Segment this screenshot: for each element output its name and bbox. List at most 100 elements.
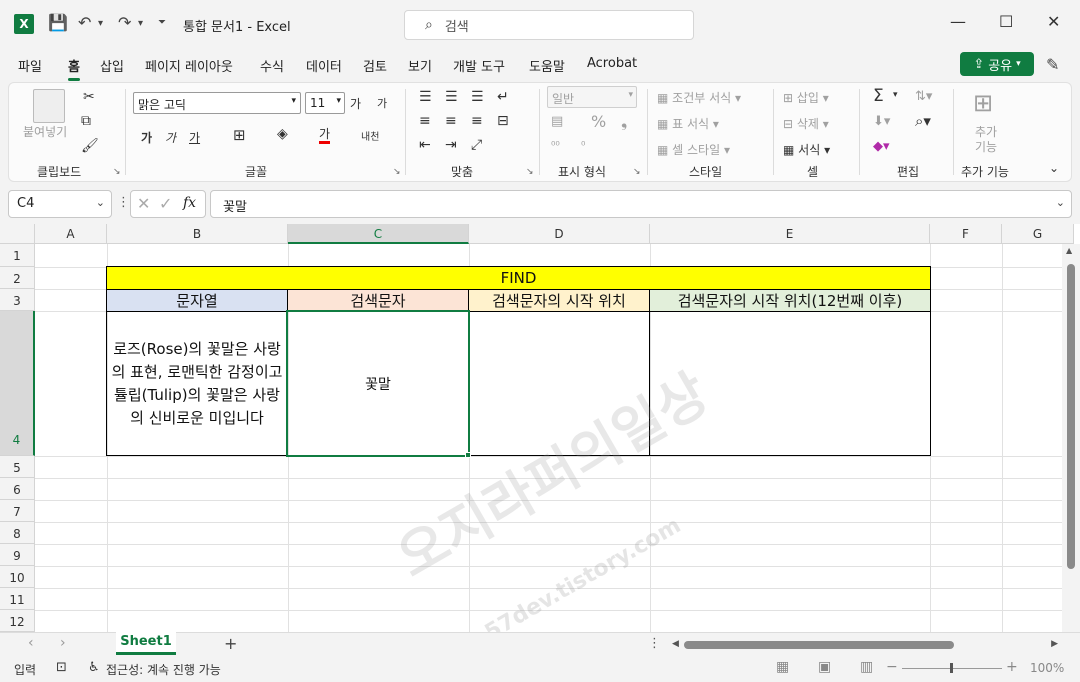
- align-middle-icon[interactable]: ☰: [445, 89, 458, 105]
- accessibility-status[interactable]: 접근성: 계속 진행 가능: [106, 661, 221, 678]
- search-box[interactable]: ⌕ 검색: [404, 10, 694, 40]
- scroll-up-icon[interactable]: ▲: [1066, 246, 1072, 255]
- sheet-tab-sheet1[interactable]: Sheet1: [116, 631, 176, 655]
- row-header-1[interactable]: 1: [0, 244, 35, 267]
- align-center-icon[interactable]: ≡: [445, 113, 457, 129]
- row-header-3[interactable]: 3: [0, 289, 35, 311]
- insert-function-button[interactable]: fx: [183, 195, 196, 211]
- phonetic-button[interactable]: 내천: [361, 128, 379, 143]
- tab-insert[interactable]: 삽입: [100, 56, 124, 75]
- add-sheet-icon[interactable]: +: [224, 634, 237, 653]
- redo-dropdown-icon[interactable]: ▾: [138, 18, 143, 29]
- number-format-combo[interactable]: 일반 ▾: [547, 86, 637, 108]
- column-header-g[interactable]: G: [1002, 224, 1074, 244]
- prev-sheet-icon[interactable]: ‹: [28, 635, 34, 651]
- scroll-left-icon[interactable]: ◀: [672, 639, 679, 649]
- sort-filter-icon[interactable]: ⇅▾: [915, 89, 932, 104]
- page-layout-view-icon[interactable]: ▣: [818, 659, 831, 675]
- undo-icon[interactable]: ↶: [78, 13, 91, 32]
- addins-line2[interactable]: 기능: [975, 138, 997, 155]
- tab-file[interactable]: 파일: [18, 56, 42, 75]
- select-all-corner[interactable]: [0, 224, 35, 244]
- underline-button[interactable]: 가: [189, 129, 200, 146]
- font-shrink-button[interactable]: 가: [377, 95, 387, 111]
- column-header-a[interactable]: A: [35, 224, 107, 244]
- tab-page-layout[interactable]: 페이지 레이아웃: [145, 56, 233, 75]
- cell-e4[interactable]: [649, 311, 931, 456]
- row-header-7[interactable]: 7: [0, 500, 35, 522]
- customize-toolbar-icon[interactable]: ⏷: [158, 17, 166, 28]
- row-header-2[interactable]: 2: [0, 267, 35, 289]
- column-header-e[interactable]: E: [650, 224, 930, 244]
- orientation-icon[interactable]: ⤢: [471, 137, 482, 153]
- normal-view-icon[interactable]: ▦: [776, 659, 789, 675]
- paste-icon[interactable]: [33, 89, 65, 123]
- decrease-indent-icon[interactable]: ⇤: [419, 137, 431, 153]
- align-bottom-icon[interactable]: ☰: [471, 89, 484, 105]
- wrap-text-icon[interactable]: ↵: [497, 89, 509, 105]
- increase-decimal-icon[interactable]: ⁰⁰: [551, 139, 560, 152]
- tab-home[interactable]: 홈: [68, 56, 80, 81]
- minimize-icon[interactable]: —: [950, 12, 966, 31]
- border-icon[interactable]: ⊞: [233, 126, 246, 144]
- tab-data[interactable]: 데이터: [306, 56, 342, 75]
- zoom-out-icon[interactable]: −: [886, 659, 898, 675]
- row-header-6[interactable]: 6: [0, 478, 35, 500]
- table-title-cell[interactable]: FIND: [106, 266, 931, 290]
- share-button[interactable]: ⇪ 공유 ▾: [960, 52, 1034, 76]
- cut-icon[interactable]: ✂: [83, 89, 95, 105]
- tab-acrobat[interactable]: Acrobat: [587, 56, 637, 71]
- undo-dropdown-icon[interactable]: ▾: [98, 18, 103, 29]
- table-format-button[interactable]: ▦ 표 서식 ▾: [657, 115, 719, 132]
- column-header-c[interactable]: C: [288, 224, 469, 244]
- horizontal-scroll-thumb[interactable]: [684, 641, 954, 649]
- cell-d4[interactable]: [468, 311, 650, 456]
- save-icon[interactable]: 💾: [48, 13, 68, 32]
- zoom-slider-thumb[interactable]: [950, 663, 953, 673]
- zoom-in-icon[interactable]: +: [1006, 659, 1018, 675]
- redo-icon[interactable]: ↷: [118, 13, 131, 32]
- enter-icon[interactable]: ✓: [159, 194, 172, 213]
- align-top-icon[interactable]: ☰: [419, 89, 432, 105]
- column-header-f[interactable]: F: [930, 224, 1002, 244]
- find-select-icon[interactable]: ⌕▾: [915, 112, 931, 130]
- tab-developer[interactable]: 개발 도구: [453, 56, 505, 75]
- tab-review[interactable]: 검토: [363, 56, 387, 75]
- row-header-9[interactable]: 9: [0, 544, 35, 566]
- formula-input[interactable]: 꽃말 ⌄: [210, 190, 1072, 218]
- cancel-icon[interactable]: ✕: [137, 194, 150, 213]
- header-cell-start[interactable]: 검색문자의 시작 위치: [468, 289, 650, 312]
- name-box[interactable]: C4 ⌄: [8, 190, 112, 218]
- delete-cells-button[interactable]: ⊟ 삭제 ▾: [783, 115, 829, 132]
- font-size-combo[interactable]: 11 ▾: [305, 92, 345, 114]
- maximize-icon[interactable]: ☐: [999, 12, 1013, 31]
- row-header-11[interactable]: 11: [0, 588, 35, 610]
- comment-icon[interactable]: ✎: [1046, 55, 1059, 74]
- comma-icon[interactable]: ❟: [621, 112, 627, 132]
- vertical-scroll-thumb[interactable]: [1067, 264, 1075, 569]
- font-grow-button[interactable]: 가: [350, 95, 361, 112]
- row-header-12[interactable]: 12: [0, 610, 35, 632]
- font-color-button[interactable]: 가: [319, 127, 331, 144]
- insert-cells-button[interactable]: ⊞ 삽입 ▾: [783, 89, 829, 106]
- chevron-down-icon[interactable]: ▾: [893, 90, 898, 100]
- align-right-icon[interactable]: ≡: [471, 113, 483, 129]
- autosum-icon[interactable]: Σ: [873, 86, 884, 106]
- clear-icon[interactable]: ◆▾: [873, 139, 890, 154]
- horizontal-scrollbar[interactable]: ◀ ▶: [672, 639, 1058, 651]
- bold-button[interactable]: 가: [141, 129, 152, 146]
- next-sheet-icon[interactable]: ›: [60, 635, 66, 651]
- header-cell-search[interactable]: 검색문자: [287, 289, 469, 312]
- cell-b4[interactable]: 로즈(Rose)의 꽃말은 사랑의 표현, 로맨틱한 감정이고 튤립(Tulip…: [106, 311, 288, 456]
- align-left-icon[interactable]: ≡: [419, 113, 431, 129]
- font-launcher-icon[interactable]: ↘: [393, 167, 401, 177]
- paste-button-label[interactable]: 붙여넣기: [23, 123, 67, 140]
- row-header-8[interactable]: 8: [0, 522, 35, 544]
- more-options-icon[interactable]: ⋮: [648, 636, 661, 651]
- zoom-level[interactable]: 100%: [1030, 661, 1064, 675]
- clipboard-launcher-icon[interactable]: ↘: [113, 167, 121, 177]
- close-icon[interactable]: ✕: [1047, 12, 1060, 31]
- fill-handle[interactable]: [465, 452, 471, 458]
- alignment-launcher-icon[interactable]: ↘: [526, 167, 534, 177]
- font-name-combo[interactable]: 맑은 고딕 ▾: [133, 92, 301, 114]
